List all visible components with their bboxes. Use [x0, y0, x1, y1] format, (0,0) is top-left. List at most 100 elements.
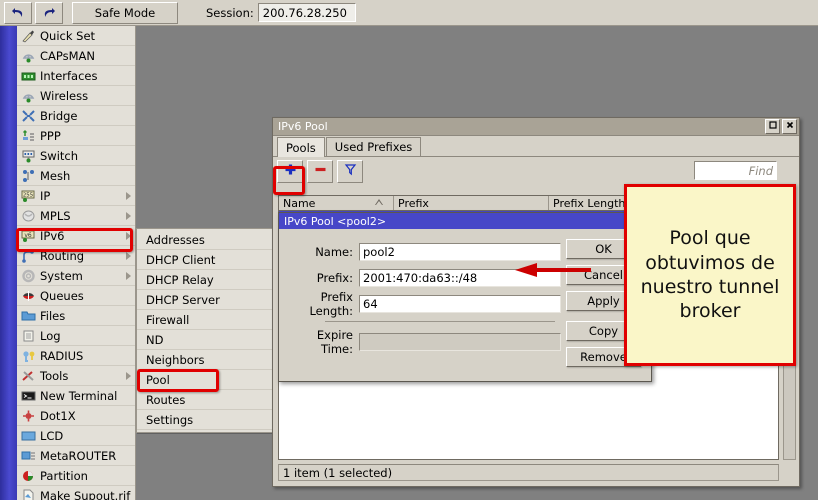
submenu-item-neighbors[interactable]: Neighbors: [137, 350, 272, 370]
sidebar-item-metarouter[interactable]: MetaROUTER: [17, 446, 135, 466]
field-row-prefix-length: Prefix Length: 64: [283, 293, 561, 314]
main-toolbar: Safe Mode Session: 200.76.28.250: [0, 0, 818, 26]
sidebar-item-radius[interactable]: RADIUS: [17, 346, 135, 366]
submenu-item-firewall[interactable]: Firewall: [137, 310, 272, 330]
terminal-icon: [21, 389, 36, 403]
sidebar-item-bridge[interactable]: Bridge: [17, 106, 135, 126]
find-input[interactable]: Find: [694, 161, 777, 180]
funnel-filter-icon: [344, 163, 357, 179]
session-field[interactable]: 200.76.28.250: [258, 3, 356, 22]
tab-label: Pools: [286, 141, 316, 155]
submenu-item-label: Routes: [146, 393, 185, 407]
ipv6-pool-dialog: IPv6 Pool <pool2> Name: pool2 Prefix: 20…: [278, 212, 652, 382]
sidebar-item-system[interactable]: System: [17, 266, 135, 286]
submenu-item-dhcp-client[interactable]: DHCP Client: [137, 250, 272, 270]
chevron-right-icon: [126, 212, 131, 220]
submenu-item-label: DHCP Client: [146, 253, 215, 267]
sidebar-item-capsman[interactable]: CAPsMAN: [17, 46, 135, 66]
button-label: OK: [595, 242, 612, 256]
mpls-icon: [21, 209, 36, 223]
antenna-icon: [21, 49, 36, 63]
sidebar-item-quick-set[interactable]: Quick Set: [17, 26, 135, 46]
submenu-item-settings[interactable]: Settings: [137, 410, 272, 430]
dialog-title-bar[interactable]: IPv6 Pool <pool2>: [279, 213, 651, 229]
column-header-name[interactable]: Name: [279, 196, 394, 210]
sidebar-item-mpls[interactable]: MPLS: [17, 206, 135, 226]
metarouter-icon: [21, 449, 36, 463]
sidebar-item-label: CAPsMAN: [40, 49, 95, 63]
submenu-item-nd[interactable]: ND: [137, 330, 272, 350]
winbox-app: Safe Mode Session: 200.76.28.250 RouterO…: [0, 0, 818, 500]
sidebar-item-label: Partition: [40, 469, 88, 483]
sidebar-item-ppp[interactable]: PPP: [17, 126, 135, 146]
prefix-length-input[interactable]: 64: [359, 295, 561, 313]
column-header-prefix[interactable]: Prefix: [394, 196, 549, 210]
sidebar-item-lcd[interactable]: LCD: [17, 426, 135, 446]
name-input[interactable]: pool2: [359, 243, 561, 261]
submenu-item-label: Addresses: [146, 233, 205, 247]
sidebar-item-switch[interactable]: Switch: [17, 146, 135, 166]
sidebar-item-interfaces[interactable]: Interfaces: [17, 66, 135, 86]
sidebar-item-partition[interactable]: Partition: [17, 466, 135, 486]
undo-button[interactable]: [4, 2, 32, 24]
chevron-right-icon: [126, 372, 131, 380]
sidebar-item-label: MetaROUTER: [40, 449, 116, 463]
remove-button[interactable]: [307, 160, 333, 183]
maximize-button[interactable]: [765, 119, 780, 134]
ip-255-icon: 255: [21, 189, 36, 203]
sidebar-item-dot1x[interactable]: Dot1X: [17, 406, 135, 426]
sidebar-item-label: Bridge: [40, 109, 78, 123]
queues-icon: [21, 289, 36, 303]
expire-time-label: Expire Time:: [283, 328, 359, 356]
sort-ascending-icon: [375, 199, 383, 205]
submenu-item-dhcp-server[interactable]: DHCP Server: [137, 290, 272, 310]
submenu-item-label: DHCP Server: [146, 293, 220, 307]
status-bar: 1 item (1 selected): [278, 464, 779, 481]
chevron-right-icon: [126, 272, 131, 280]
close-button[interactable]: [782, 119, 797, 134]
sidebar-item-wireless[interactable]: Wireless: [17, 86, 135, 106]
winbox-brand-strip: RouterOS WinBox: [0, 26, 17, 500]
submenu-item-routes[interactable]: Routes: [137, 390, 272, 410]
submenu-item-dhcp-relay[interactable]: DHCP Relay: [137, 270, 272, 290]
find-placeholder: Find: [749, 164, 773, 178]
supout-icon: [21, 489, 36, 500]
sidebar-item-queues[interactable]: Queues: [17, 286, 135, 306]
tab-pools[interactable]: Pools: [277, 137, 325, 157]
antenna-icon: [21, 89, 36, 103]
submenu-item-addresses[interactable]: Addresses: [137, 230, 272, 250]
tab-used-prefixes[interactable]: Used Prefixes: [326, 137, 422, 156]
status-text: 1 item (1 selected): [283, 466, 392, 480]
prefix-pointer-arrow: [505, 262, 591, 278]
window-toolbar: Find: [273, 157, 799, 185]
session-value: 200.76.28.250: [263, 6, 347, 20]
sidebar-item-ip[interactable]: 255 IP: [17, 186, 135, 206]
sidebar-item-label: Mesh: [40, 169, 70, 183]
annotation-note: Pool que obtuvimos de nuestro tunnel bro…: [624, 184, 796, 366]
sidebar-item-log[interactable]: Log: [17, 326, 135, 346]
name-label: Name:: [283, 245, 359, 259]
sidebar-item-label: Queues: [40, 289, 84, 303]
window-tabs: Pools Used Prefixes: [273, 136, 799, 157]
sidebar-item-make-supout[interactable]: Make Supout.rif: [17, 486, 135, 500]
highlight-pool-submenu: [137, 369, 219, 392]
submenu-item-label: ND: [146, 333, 163, 347]
dialog-separator: [325, 321, 555, 322]
highlight-ipv6-menu: [16, 228, 133, 252]
redo-button[interactable]: [35, 2, 63, 24]
sidebar-item-label: Switch: [40, 149, 78, 163]
prefix-value: 2001:470:da63::/48: [363, 271, 477, 285]
dot1x-icon: [21, 409, 36, 423]
sidebar-item-label: Make Supout.rif: [40, 489, 130, 500]
filter-button[interactable]: [337, 160, 363, 183]
window-title-bar[interactable]: IPv6 Pool: [273, 118, 799, 136]
safe-mode-button[interactable]: Safe Mode: [72, 2, 178, 24]
expire-time-input[interactable]: [359, 333, 561, 351]
sidebar-item-new-terminal[interactable]: New Terminal: [17, 386, 135, 406]
submenu-item-label: Settings: [146, 413, 193, 427]
sidebar-item-tools[interactable]: Tools: [17, 366, 135, 386]
sidebar-item-files[interactable]: Files: [17, 306, 135, 326]
tools-icon: [21, 369, 36, 383]
sidebar-item-mesh[interactable]: Mesh: [17, 166, 135, 186]
sidebar-item-label: Wireless: [40, 89, 88, 103]
